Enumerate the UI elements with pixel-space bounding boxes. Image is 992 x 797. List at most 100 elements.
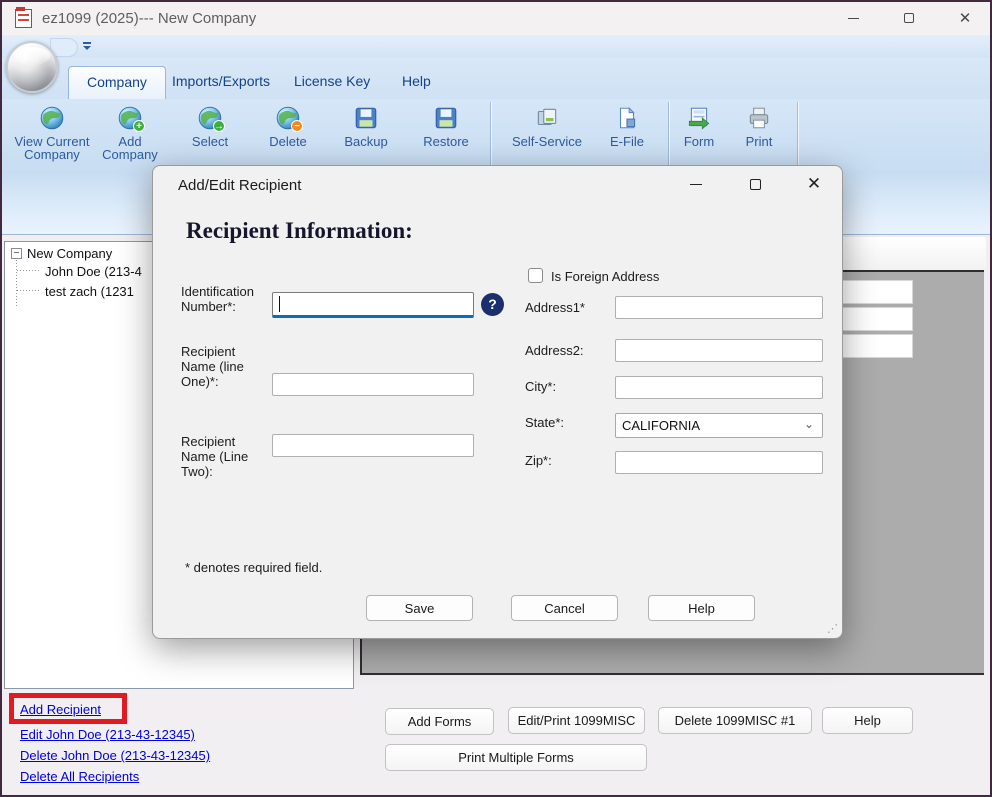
- dialog-heading: Recipient Information:: [186, 218, 413, 244]
- delete-recipient-link[interactable]: Delete John Doe (213-43-12345): [20, 748, 210, 763]
- delete-all-recipients-link[interactable]: Delete All Recipients: [20, 769, 139, 784]
- identification-number-label: Identification Number*:: [181, 284, 276, 314]
- tab-imports-exports[interactable]: Imports/Exports: [154, 66, 288, 99]
- tab-help[interactable]: Help: [384, 66, 449, 99]
- ribbon-button-label: Restore: [423, 135, 469, 148]
- address1-label: Address1*: [525, 300, 585, 315]
- form-icon: [686, 105, 712, 131]
- resize-grip[interactable]: ⋰: [827, 622, 838, 635]
- tree-node-company[interactable]: New Company: [27, 246, 112, 261]
- foreign-address-checkbox[interactable]: [528, 268, 543, 283]
- save-button[interactable]: Save: [366, 595, 473, 621]
- close-icon: ✕: [959, 11, 972, 26]
- tab-license-key-label: License Key: [294, 73, 370, 89]
- state-select[interactable]: CALIFORNIA ⌄: [615, 413, 823, 438]
- floppy-icon: [433, 105, 459, 131]
- cancel-button[interactable]: Cancel: [511, 595, 618, 621]
- globe-delete-icon: −: [275, 105, 301, 131]
- recipient-name-two-input[interactable]: [272, 434, 474, 457]
- minimize-button[interactable]: [830, 2, 876, 34]
- restore-button[interactable]: Restore: [408, 105, 484, 148]
- floppy-icon: [353, 105, 379, 131]
- minimize-icon: [690, 184, 702, 185]
- address1-input[interactable]: [615, 296, 823, 319]
- tree-node-recipient[interactable]: John Doe (213-4: [45, 264, 142, 279]
- self-service-button[interactable]: Self-Service: [500, 105, 594, 148]
- ribbon-button-label: E-File: [610, 135, 644, 148]
- window-title: ez1099 (2025)--- New Company: [42, 10, 256, 27]
- ribbon-button-label: Self-Service: [512, 135, 582, 148]
- ribbon-button-label: Add Company: [94, 135, 166, 161]
- recipient-name-two-label: Recipient Name (Line Two):: [181, 434, 271, 479]
- required-field-note: * denotes required field.: [185, 560, 322, 575]
- close-button[interactable]: ✕: [942, 2, 988, 34]
- close-icon: ✕: [807, 174, 821, 194]
- globe-select-icon: →: [197, 105, 223, 131]
- self-service-icon: [534, 105, 560, 131]
- add-edit-recipient-dialog: Add/Edit Recipient ✕ Recipient Informati…: [152, 165, 843, 639]
- city-input[interactable]: [615, 376, 823, 399]
- address2-input[interactable]: [615, 339, 823, 362]
- print-button[interactable]: Print: [726, 105, 792, 148]
- dialog-title: Add/Edit Recipient: [178, 177, 301, 194]
- efile-icon: [614, 105, 640, 131]
- quick-access-toolbar: [2, 35, 990, 58]
- edit-recipient-link[interactable]: Edit John Doe (213-43-12345): [20, 727, 195, 742]
- quick-access-dropdown-icon[interactable]: [82, 42, 92, 52]
- delete-company-button[interactable]: − Delete: [250, 105, 326, 148]
- plus-badge-icon: +: [133, 120, 145, 132]
- dialog-close-button[interactable]: ✕: [790, 166, 838, 202]
- select-company-button[interactable]: → Select: [172, 105, 248, 148]
- dialog-maximize-button[interactable]: [731, 166, 779, 202]
- address2-label: Address2:: [525, 343, 584, 358]
- tree-connector: [17, 290, 41, 291]
- text-caret: [279, 296, 280, 312]
- add-company-button[interactable]: + Add Company: [94, 105, 166, 161]
- tab-help-label: Help: [402, 73, 431, 89]
- ribbon-button-label: Delete: [269, 135, 307, 148]
- ribbon-button-label: View Current Company: [12, 135, 92, 161]
- chevron-down-icon: ⌄: [804, 417, 814, 431]
- help-icon[interactable]: ?: [481, 293, 504, 316]
- form-button[interactable]: Form: [666, 105, 732, 148]
- view-current-company-button[interactable]: View Current Company: [12, 105, 92, 161]
- dialog-help-button[interactable]: Help: [648, 595, 755, 621]
- dialog-minimize-button[interactable]: [672, 166, 720, 202]
- maximize-icon: [750, 179, 761, 190]
- minimize-icon: [848, 18, 859, 19]
- add-recipient-link[interactable]: Add Recipient: [20, 702, 101, 717]
- zip-input[interactable]: [615, 451, 823, 474]
- title-bar: ez1099 (2025)--- New Company ✕: [2, 2, 990, 35]
- ribbon-button-label: Form: [684, 135, 714, 148]
- app-logo-icon: [15, 9, 32, 28]
- tab-company-label: Company: [87, 74, 147, 90]
- edit-print-1099misc-button[interactable]: Edit/Print 1099MISC: [508, 707, 645, 734]
- recipient-name-one-input[interactable]: [272, 373, 474, 396]
- tree-node-recipient[interactable]: test zach (1231: [45, 284, 134, 299]
- state-label: State*:: [525, 415, 564, 430]
- tab-license-key[interactable]: License Key: [276, 66, 388, 99]
- tab-company[interactable]: Company: [68, 66, 166, 99]
- efile-button[interactable]: E-File: [594, 105, 660, 148]
- tree-connector: [16, 260, 17, 306]
- state-selected-value: CALIFORNIA: [622, 418, 700, 433]
- delete-1099misc-button[interactable]: Delete 1099MISC #1: [658, 707, 812, 734]
- identification-number-input[interactable]: [272, 292, 474, 318]
- maximize-button[interactable]: [886, 2, 932, 34]
- app-window: ez1099 (2025)--- New Company ✕ Company I…: [0, 0, 992, 797]
- backup-button[interactable]: Backup: [328, 105, 404, 148]
- tab-imports-exports-label: Imports/Exports: [172, 73, 270, 89]
- recipient-name-one-label: Recipient Name (line One)*:: [181, 344, 271, 389]
- help-button[interactable]: Help: [822, 707, 913, 734]
- ribbon-button-label: Print: [746, 135, 773, 148]
- ribbon-button-label: Select: [192, 135, 228, 148]
- ribbon-tab-strip: Company Imports/Exports License Key Help: [2, 58, 990, 99]
- print-multiple-forms-button[interactable]: Print Multiple Forms: [385, 744, 647, 771]
- foreign-address-label: Is Foreign Address: [551, 269, 659, 284]
- tree-collapse-icon[interactable]: −: [11, 248, 22, 259]
- add-forms-button[interactable]: Add Forms: [385, 708, 494, 735]
- tree-connector: [17, 270, 41, 271]
- application-orb-button[interactable]: [6, 41, 58, 93]
- globe-icon: [39, 105, 65, 131]
- globe-add-icon: +: [117, 105, 143, 131]
